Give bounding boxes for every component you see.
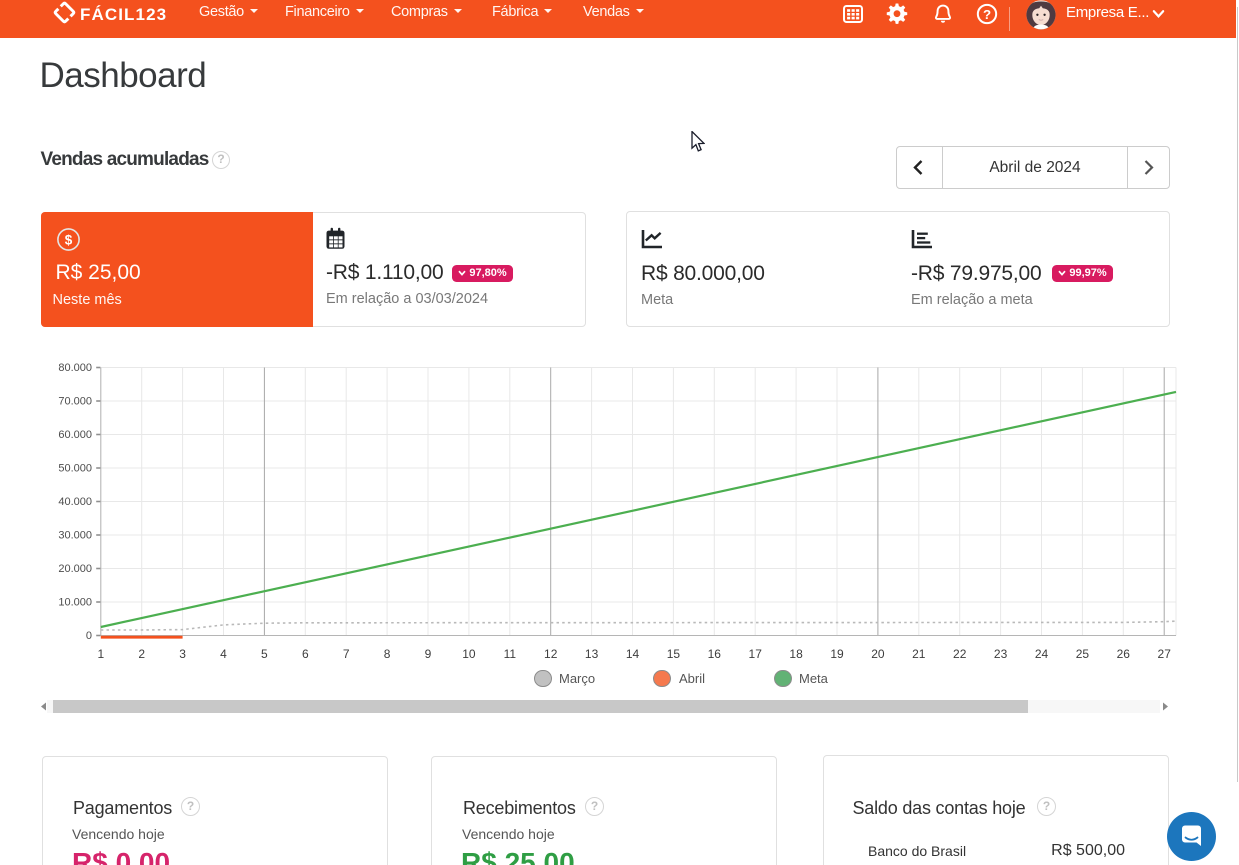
svg-text:26: 26 <box>1117 647 1131 661</box>
svg-text:21: 21 <box>912 647 926 661</box>
svg-text:3: 3 <box>179 647 186 661</box>
svg-text:11: 11 <box>504 647 517 661</box>
svg-text:10: 10 <box>462 647 476 661</box>
svg-text:13: 13 <box>585 647 599 661</box>
svg-text:24: 24 <box>1035 647 1049 661</box>
svg-text:18: 18 <box>789 647 803 661</box>
svg-text:17: 17 <box>749 647 763 661</box>
svg-text:9: 9 <box>425 647 432 661</box>
svg-text:$: $ <box>65 232 73 247</box>
svg-text:25: 25 <box>1076 647 1090 661</box>
svg-text:16: 16 <box>708 647 722 661</box>
svg-text:?: ? <box>983 6 991 21</box>
svg-text:1: 1 <box>97 647 104 661</box>
svg-text:22: 22 <box>953 647 967 661</box>
svg-text:20.000: 20.000 <box>58 563 92 575</box>
svg-text:14: 14 <box>626 647 640 661</box>
svg-text:4: 4 <box>220 647 227 661</box>
svg-text:20: 20 <box>871 647 885 661</box>
svg-text:50.000: 50.000 <box>58 463 92 475</box>
svg-text:10.000: 10.000 <box>58 597 92 609</box>
svg-text:23: 23 <box>994 647 1008 661</box>
svg-text:6: 6 <box>302 647 309 661</box>
svg-text:15: 15 <box>667 647 681 661</box>
svg-text:27: 27 <box>1158 647 1172 661</box>
svg-text:80.000: 80.000 <box>58 362 92 374</box>
svg-text:7: 7 <box>343 647 350 661</box>
svg-text:30.000: 30.000 <box>58 530 92 542</box>
svg-text:2: 2 <box>138 647 145 661</box>
svg-text:12: 12 <box>544 647 558 661</box>
svg-text:60.000: 60.000 <box>58 429 92 441</box>
svg-text:0: 0 <box>86 630 92 642</box>
svg-text:70.000: 70.000 <box>58 396 92 408</box>
svg-text:5: 5 <box>261 647 268 661</box>
svg-text:8: 8 <box>384 647 391 661</box>
svg-text:40.000: 40.000 <box>58 496 92 508</box>
svg-text:19: 19 <box>830 647 844 661</box>
